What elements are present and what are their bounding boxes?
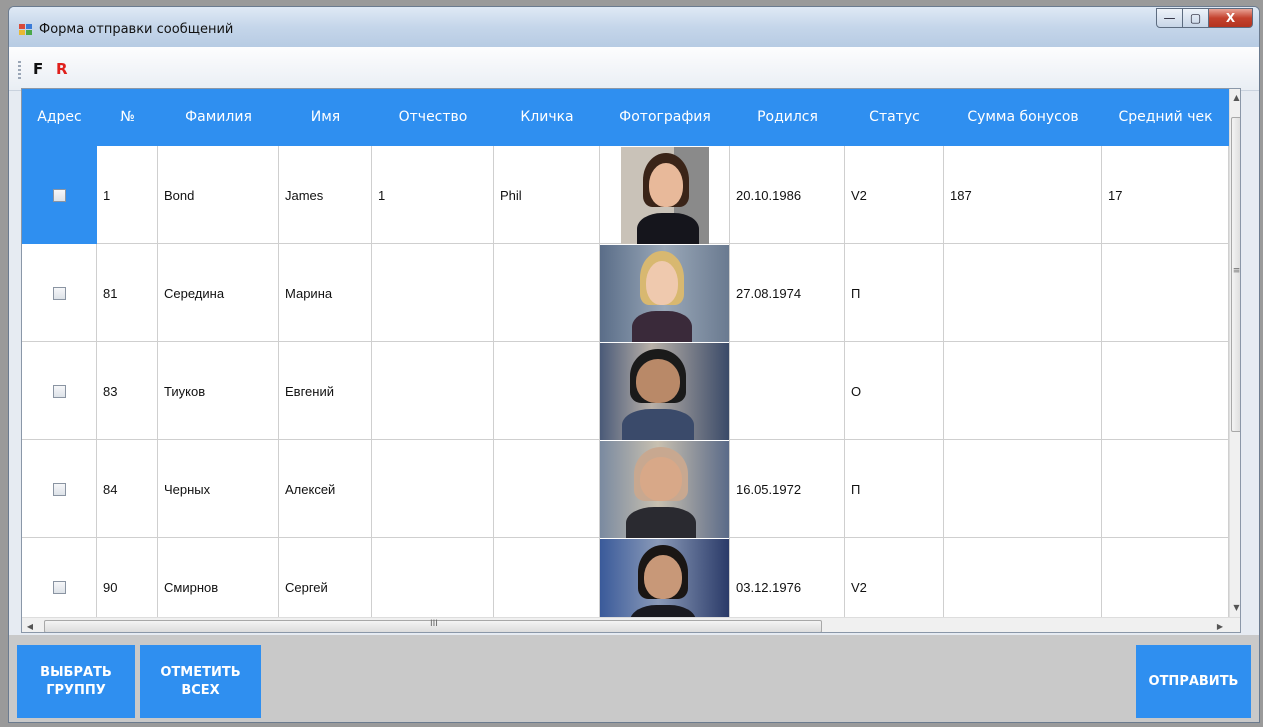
toolbar-f-button[interactable]: F [33,60,43,78]
column-header-status[interactable]: Статус [845,89,944,146]
title-bar[interactable]: Форма отправки сообщений — ▢ X [9,7,1259,47]
vertical-scrollbar[interactable]: ▲ ≡ ▼ [1229,89,1241,617]
cell-address [22,146,97,244]
maximize-button[interactable]: ▢ [1183,8,1209,28]
cell-photo [600,440,730,538]
column-header-first-name[interactable]: Имя [279,89,372,146]
cell-first-name[interactable]: Евгений [279,342,372,440]
cell-nickname[interactable] [494,244,600,342]
bottom-panel: ВЫБРАТЬ ГРУППУ ОТМЕТИТЬ ВСЕХ ОТПРАВИТЬ [9,635,1259,722]
cell-middle-name[interactable] [372,244,494,342]
cell-average-check[interactable]: 17 [1102,146,1229,244]
cell-number[interactable]: 1 [97,146,158,244]
column-header-bonus-sum[interactable]: Сумма бонусов [944,89,1102,146]
cell-photo [600,146,730,244]
cell-number[interactable]: 81 [97,244,158,342]
table-row[interactable]: 83 Тиуков Евгений О [22,342,1229,440]
app-icon [19,24,33,36]
toolbar-r-button[interactable]: R [56,60,68,78]
column-header-birth-date[interactable]: Родился [730,89,845,146]
client-photo [620,146,709,244]
column-header-last-name[interactable]: Фамилия [158,89,279,146]
cell-nickname[interactable] [494,440,600,538]
main-window: Форма отправки сообщений — ▢ X F R Адрес… [8,6,1260,723]
column-headers: Адрес № Фамилия Имя Отчество Кличка Фотография… [22,89,1229,146]
column-header-middle-name[interactable]: Отчество [372,89,494,146]
cell-last-name[interactable]: Черных [158,440,279,538]
cell-photo [600,244,730,342]
cell-address [22,440,97,538]
cell-middle-name[interactable]: 1 [372,146,494,244]
cell-first-name[interactable]: Марина [279,244,372,342]
cell-first-name[interactable]: Алексей [279,440,372,538]
cell-bonus-sum[interactable] [944,342,1102,440]
toolbar: F R [9,47,1259,91]
cell-average-check[interactable] [1102,440,1229,538]
cell-birth-date[interactable]: 16.05.1972 [730,440,845,538]
cell-bonus-sum[interactable]: 187 [944,146,1102,244]
cell-bonus-sum[interactable] [944,440,1102,538]
column-header-nickname[interactable]: Кличка [494,89,600,146]
cell-middle-name[interactable] [372,440,494,538]
window-title: Форма отправки сообщений [39,22,234,37]
cell-bonus-sum[interactable] [944,244,1102,342]
address-checkbox[interactable] [52,384,66,398]
cell-average-check[interactable] [1102,244,1229,342]
window-controls: — ▢ X [1156,8,1253,28]
cell-number[interactable]: 84 [97,440,158,538]
cell-birth-date[interactable]: 20.10.1986 [730,146,845,244]
cell-birth-date[interactable]: 27.08.1974 [730,244,845,342]
address-checkbox[interactable] [52,286,66,300]
cell-address [22,342,97,440]
table-row[interactable]: 1 Bond James 1 Phil 20.10.1986 V2 187 17 [22,146,1229,244]
vertical-grip-icon: ≡ [1232,266,1241,276]
address-checkbox[interactable] [52,580,66,594]
horizontal-grip-icon: III [430,619,438,629]
scroll-down-icon[interactable]: ▼ [1230,599,1240,617]
clients-grid[interactable]: Адрес № Фамилия Имя Отчество Кличка Фотография… [21,88,1241,633]
table-row[interactable]: 84 Черных Алексей 16.05.1972 П [22,440,1229,538]
cell-status[interactable]: V2 [845,146,944,244]
scroll-right-icon[interactable]: ▶ [1212,618,1228,632]
cell-last-name[interactable]: Середина [158,244,279,342]
cell-address [22,244,97,342]
mark-all-button[interactable]: ОТМЕТИТЬ ВСЕХ [140,645,261,718]
address-checkbox[interactable] [52,188,66,202]
horizontal-scrollbar[interactable]: ◀ III ▶ [22,617,1240,632]
cell-photo [600,342,730,440]
cell-first-name[interactable]: James [279,146,372,244]
send-button[interactable]: ОТПРАВИТЬ [1136,645,1251,718]
scroll-up-icon[interactable]: ▲ [1230,89,1240,107]
cell-birth-date[interactable] [730,342,845,440]
minimize-button[interactable]: — [1156,8,1183,28]
column-header-address[interactable]: Адрес [22,89,97,146]
cell-status[interactable]: П [845,244,944,342]
address-checkbox[interactable] [52,482,66,496]
toolbar-grip-icon[interactable] [18,61,21,79]
cell-average-check[interactable] [1102,342,1229,440]
cell-last-name[interactable]: Bond [158,146,279,244]
cell-status[interactable]: О [845,342,944,440]
table-row[interactable]: 81 Середина Марина 27.08.1974 П [22,244,1229,342]
cell-last-name[interactable]: Тиуков [158,342,279,440]
cell-nickname[interactable] [494,342,600,440]
client-photo [600,244,729,342]
cell-middle-name[interactable] [372,342,494,440]
column-header-photo[interactable]: Фотография [600,89,730,146]
column-header-number[interactable]: № [97,89,158,146]
cell-nickname[interactable]: Phil [494,146,600,244]
scroll-left-icon[interactable]: ◀ [22,618,38,632]
close-button[interactable]: X [1209,8,1253,28]
cell-status[interactable]: П [845,440,944,538]
column-header-average-check[interactable]: Средний чек [1102,89,1229,146]
select-group-button[interactable]: ВЫБРАТЬ ГРУППУ [17,645,135,718]
cell-number[interactable]: 83 [97,342,158,440]
client-photo [600,342,729,440]
client-photo [600,440,729,538]
